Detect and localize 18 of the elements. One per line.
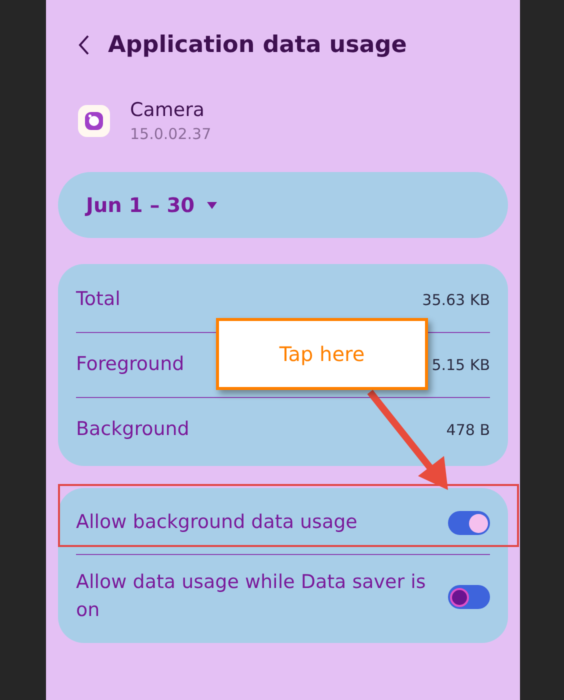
- usage-label: Background: [76, 417, 190, 442]
- period-dropdown[interactable]: Jun 1 – 30: [58, 172, 508, 238]
- back-icon[interactable]: [78, 34, 90, 56]
- setting-label: Allow data usage while Data saver is on: [76, 570, 427, 623]
- usage-label: Foreground: [76, 352, 184, 378]
- usage-value: 35.63 KB: [422, 291, 490, 309]
- app-version: 15.0.02.37: [130, 125, 212, 143]
- camera-app-icon: [78, 105, 110, 137]
- usage-value: 5.15 KB: [432, 356, 490, 374]
- screen-title: Application data usage: [108, 32, 407, 58]
- caret-icon: [206, 202, 217, 208]
- toggle-switch[interactable]: [448, 585, 490, 609]
- usage-label: Total: [76, 287, 120, 312]
- usage-value: 478 B: [446, 421, 490, 439]
- setting-label: Allow background data usage: [76, 510, 358, 536]
- app-name: Camera: [130, 99, 206, 121]
- annotation-callout: Tap here: [216, 318, 428, 390]
- toggle-switch[interactable]: [448, 511, 490, 535]
